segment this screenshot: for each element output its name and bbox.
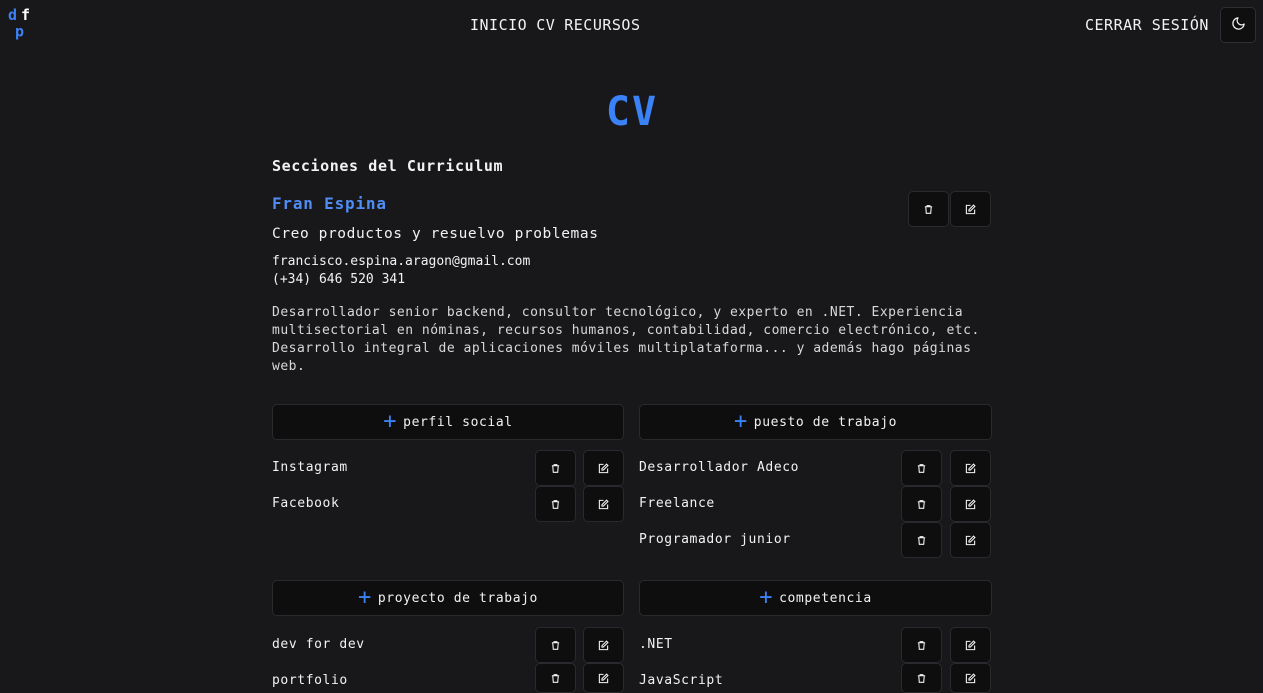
edit-item-button[interactable] — [950, 663, 991, 693]
list-item: Facebook — [272, 496, 340, 511]
edit-item-button[interactable] — [583, 486, 624, 522]
add-social-profile-label: perfil social — [403, 414, 513, 430]
delete-item-button[interactable] — [901, 522, 942, 558]
top-navbar: d f d INICIO CV RECURSOS CERRAR SESIÓN — [0, 0, 1263, 50]
list-item: JavaScript — [639, 673, 724, 688]
edit-icon — [965, 531, 976, 550]
plus-icon: + — [759, 585, 774, 610]
profile-bio: Desarrollador senior backend, consultor … — [272, 305, 980, 374]
add-job-label: puesto de trabajo — [753, 414, 898, 430]
delete-item-button[interactable] — [535, 450, 576, 486]
delete-item-button[interactable] — [535, 663, 576, 693]
edit-icon — [965, 636, 976, 655]
add-social-profile-button[interactable]: + perfil social — [272, 404, 624, 440]
delete-item-button[interactable] — [535, 627, 576, 663]
main-nav: INICIO CV RECURSOS — [470, 16, 641, 34]
edit-item-button[interactable] — [583, 663, 624, 693]
trash-icon — [550, 495, 561, 514]
edit-icon — [598, 459, 609, 478]
delete-item-button[interactable] — [901, 663, 942, 693]
logout-link[interactable]: CERRAR SESIÓN — [1085, 16, 1209, 34]
plus-icon: + — [733, 409, 748, 434]
logo-letter-f: f — [21, 6, 31, 24]
trash-icon — [916, 636, 927, 655]
sections-heading: Secciones del Curriculum — [272, 157, 504, 175]
edit-icon — [965, 669, 976, 688]
trash-icon — [550, 669, 561, 688]
delete-item-button[interactable] — [901, 486, 942, 522]
theme-toggle-button[interactable] — [1220, 7, 1256, 43]
list-item: Programador junior — [639, 532, 791, 547]
list-item: portfolio — [272, 673, 348, 688]
add-skill-button[interactable]: + competencia — [639, 580, 992, 616]
list-item: .NET — [639, 637, 673, 652]
delete-item-button[interactable] — [535, 486, 576, 522]
edit-profile-button[interactable] — [950, 191, 991, 227]
edit-icon — [965, 200, 976, 219]
add-project-label: proyecto de trabajo — [377, 590, 538, 606]
trash-icon — [923, 200, 934, 219]
add-job-button[interactable]: + puesto de trabajo — [639, 404, 992, 440]
edit-icon — [598, 495, 609, 514]
profile-email: francisco.espina.aragon@gmail.com — [272, 254, 531, 269]
trash-icon — [916, 495, 927, 514]
list-item: Desarrollador Adeco — [639, 460, 800, 475]
list-item: Instagram — [272, 460, 348, 475]
delete-item-button[interactable] — [901, 450, 942, 486]
list-item: dev for dev — [272, 637, 365, 652]
trash-icon — [916, 459, 927, 478]
delete-item-button[interactable] — [901, 627, 942, 663]
edit-item-button[interactable] — [950, 627, 991, 663]
edit-item-button[interactable] — [950, 522, 991, 558]
edit-icon — [965, 495, 976, 514]
edit-icon — [598, 636, 609, 655]
trash-icon — [550, 636, 561, 655]
edit-item-button[interactable] — [583, 450, 624, 486]
edit-icon — [598, 669, 609, 688]
add-skill-label: competencia — [779, 590, 872, 606]
nav-link-recursos[interactable]: RECURSOS — [564, 16, 640, 34]
add-project-button[interactable]: + proyecto de trabajo — [272, 580, 624, 616]
logo-letter-d-rotated: d — [15, 24, 25, 42]
edit-icon — [965, 459, 976, 478]
plus-icon: + — [383, 409, 398, 434]
logo[interactable]: d f d — [8, 8, 32, 44]
delete-profile-button[interactable] — [908, 191, 949, 227]
profile-name: Fran Espina — [272, 194, 387, 213]
profile-phone: (+34) 646 520 341 — [272, 272, 406, 287]
moon-icon — [1231, 16, 1246, 35]
page-title: CV — [605, 89, 659, 135]
edit-item-button[interactable] — [950, 450, 991, 486]
trash-icon — [916, 669, 927, 688]
trash-icon — [916, 531, 927, 550]
nav-link-inicio[interactable]: INICIO — [470, 16, 527, 34]
plus-icon: + — [358, 585, 372, 610]
edit-item-button[interactable] — [950, 486, 991, 522]
nav-link-cv[interactable]: CV — [536, 16, 555, 34]
edit-item-button[interactable] — [583, 627, 624, 663]
list-item: Freelance — [639, 496, 715, 511]
profile-tagline: Creo productos y resuelvo problemas — [272, 226, 599, 242]
logo-letter-d: d — [8, 6, 18, 24]
trash-icon — [550, 459, 561, 478]
